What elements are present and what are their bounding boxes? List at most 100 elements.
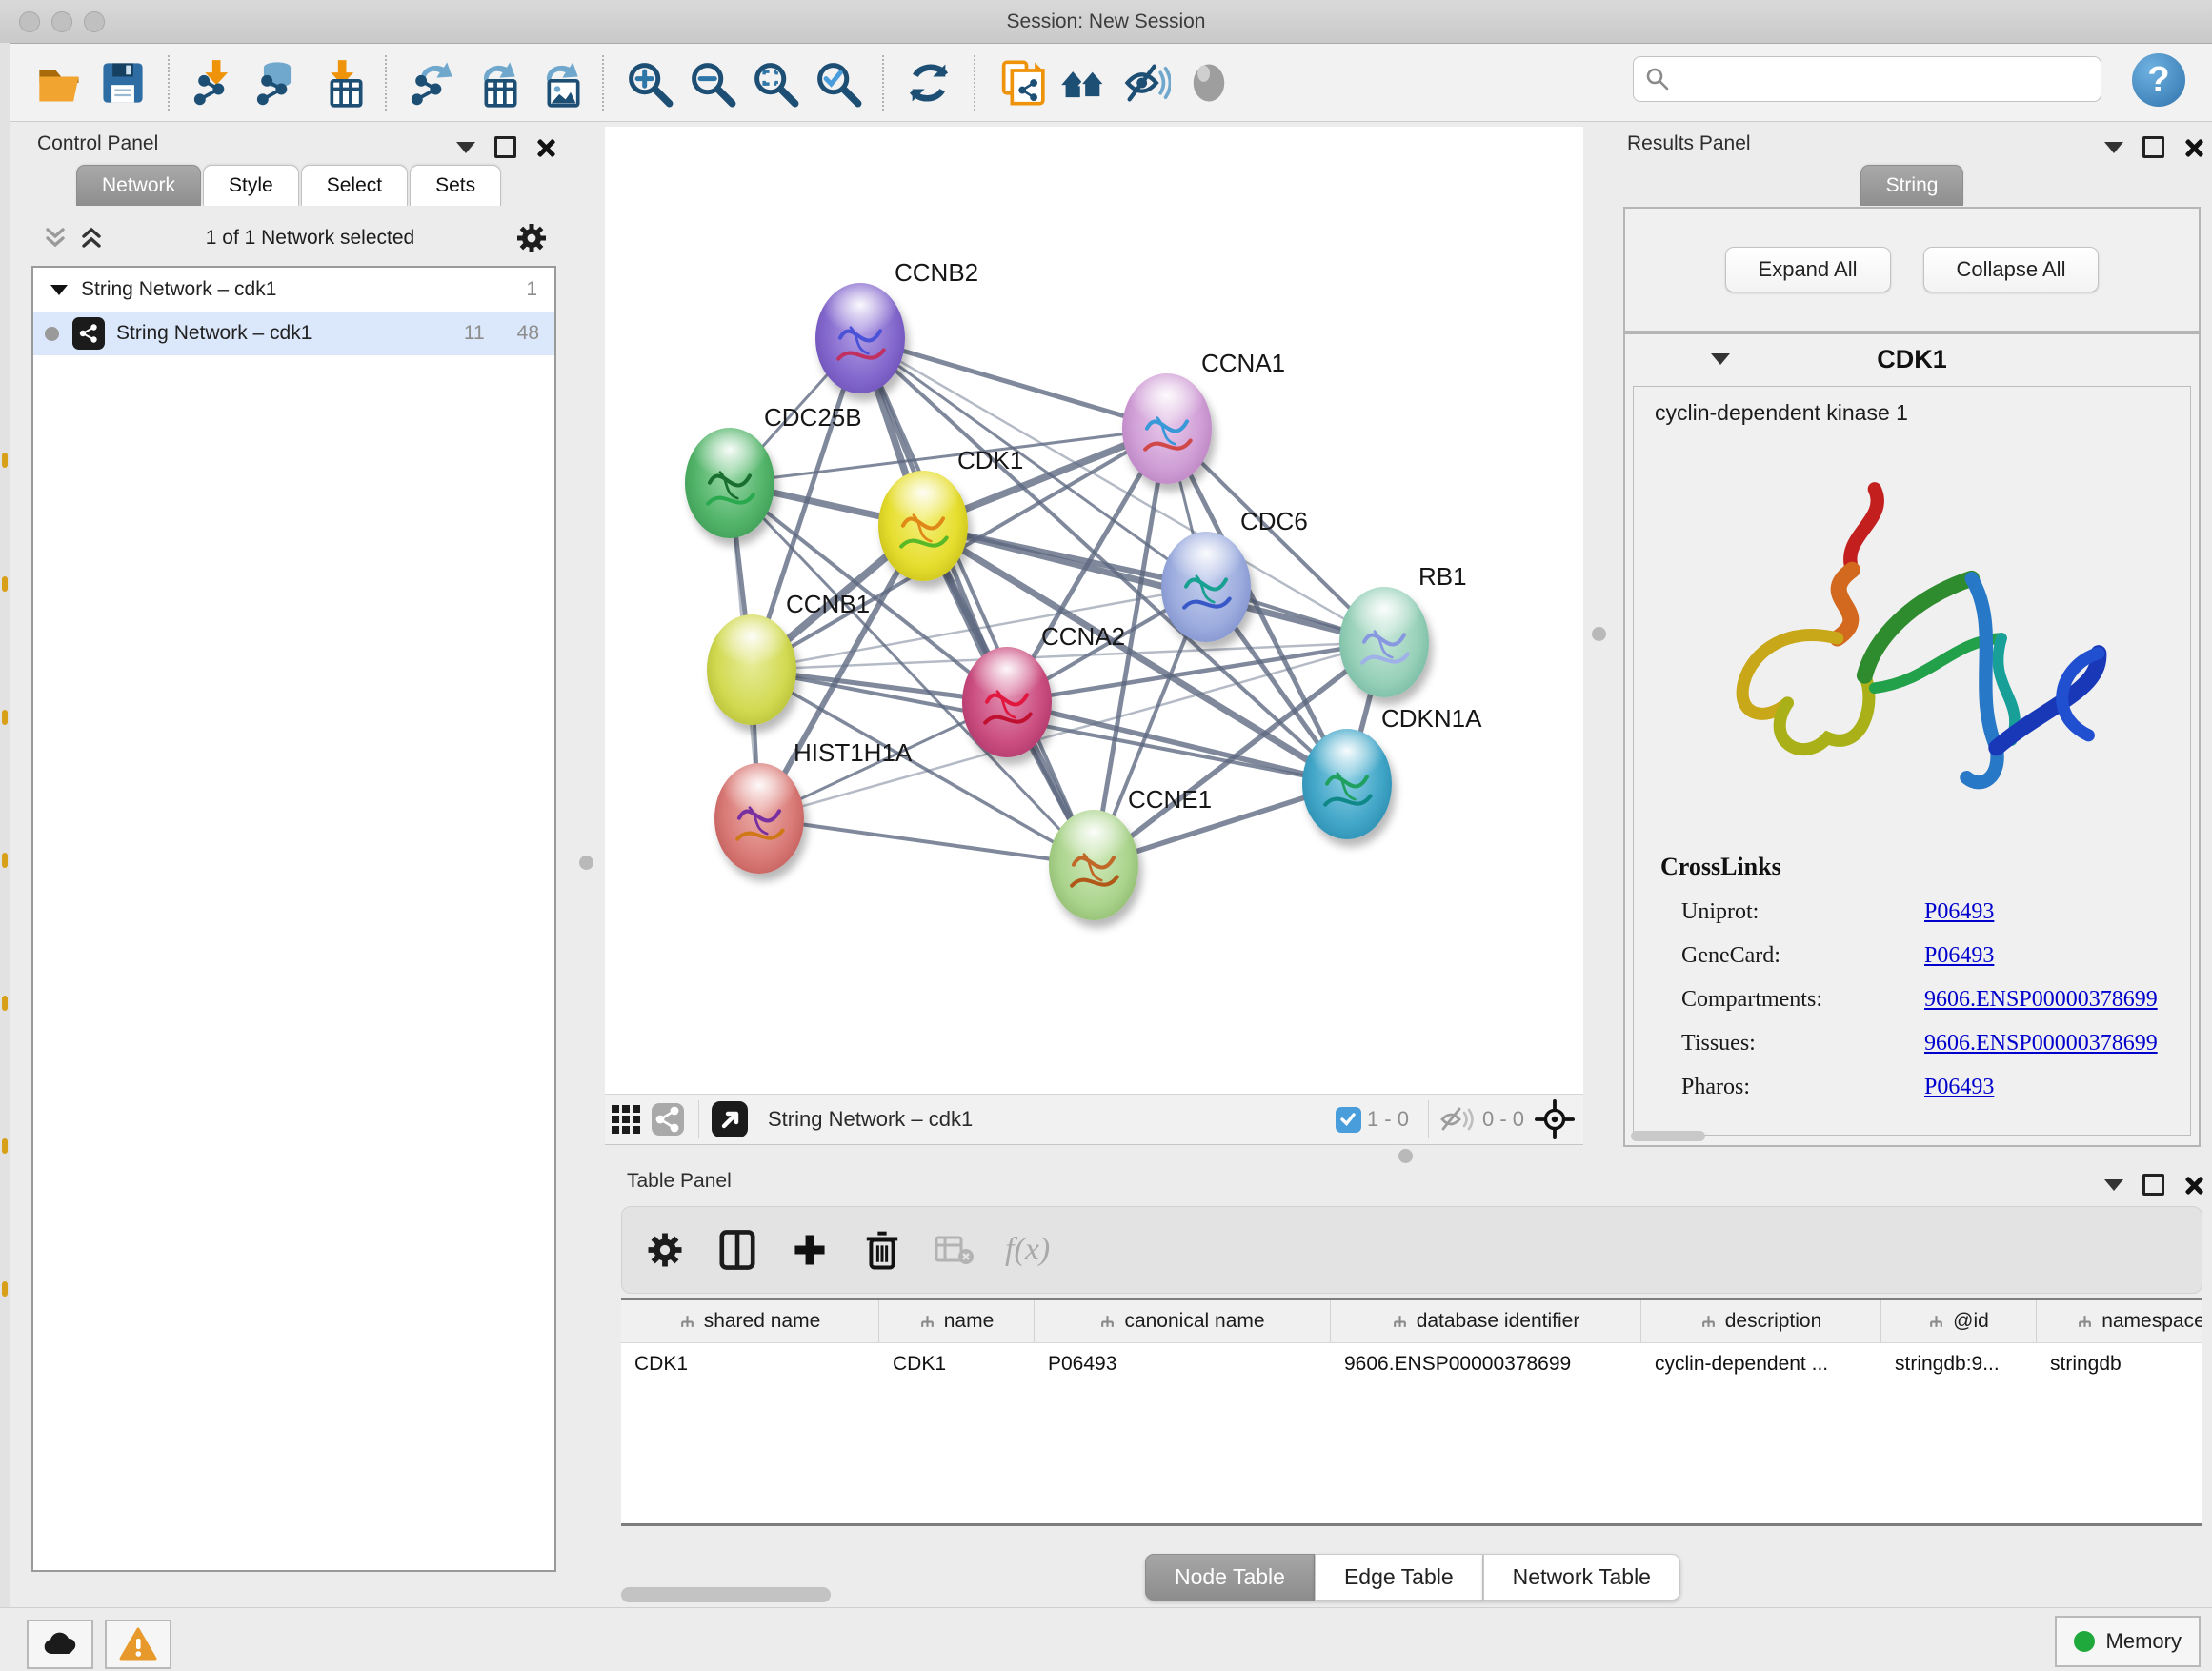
node-HIST1H1A[interactable] (714, 763, 804, 874)
column-header-label: namespace (2101, 1310, 2202, 1333)
edge-CCNB2-CCNE1[interactable] (860, 338, 1094, 865)
column-header-shared-name[interactable]: shared name (621, 1300, 879, 1342)
network-tree: String Network – cdk1 1 String Network –… (31, 266, 556, 1572)
control-panel-close-icon[interactable] (535, 138, 554, 157)
crosslink-link[interactable]: P06493 (1924, 899, 1994, 925)
edge-HIST1H1A-CCNE1[interactable] (759, 818, 1094, 865)
import-database-button[interactable] (246, 51, 309, 114)
expand-all-button[interactable]: Expand All (1725, 247, 1891, 292)
zoom-in-button[interactable] (617, 51, 680, 114)
crosslink-link[interactable]: 9606.ENSP00000378699 (1924, 1031, 2158, 1057)
node-structure-CCNA2 (976, 674, 1037, 744)
table-row[interactable]: CDK1CDK1P064939606.ENSP00000378699cyclin… (621, 1343, 2202, 1385)
column-header-namespace[interactable]: namespace (2037, 1300, 2202, 1342)
tab-network-table[interactable]: Network Table (1483, 1554, 1680, 1601)
crosslink-link[interactable]: 9606.ENSP00000378699 (1924, 987, 2158, 1013)
cloud-button[interactable] (27, 1620, 93, 1669)
results-panel-close-icon[interactable] (2183, 138, 2202, 157)
collapse-all-icon[interactable] (41, 224, 70, 252)
column-header-name[interactable]: name (879, 1300, 1035, 1342)
zoom-fit-button[interactable] (743, 51, 806, 114)
warnings-button[interactable] (105, 1620, 171, 1669)
save-button[interactable] (91, 51, 154, 114)
export-table-button[interactable] (463, 51, 526, 114)
import-network-button[interactable] (183, 51, 246, 114)
table-cell: P06493 (1035, 1343, 1331, 1385)
network-canvas[interactable]: CCNB2 CCNA1 CDC25B CDK1 (605, 127, 1583, 1094)
node-CCNB2[interactable] (815, 283, 905, 393)
search-input[interactable] (1670, 68, 2101, 91)
column-header-description[interactable]: description (1641, 1300, 1881, 1342)
zoom-out-button[interactable] (680, 51, 743, 114)
crosslink-link[interactable]: P06493 (1924, 1075, 1994, 1100)
fit-selected-button[interactable] (1534, 1100, 1576, 1138)
control-panel-menu-icon[interactable] (456, 142, 475, 153)
node-CCNA1[interactable] (1122, 373, 1212, 484)
help-button[interactable]: ? (2132, 53, 2185, 107)
network-row[interactable]: String Network – cdk1 11 48 (33, 312, 554, 355)
node-RB1[interactable] (1339, 587, 1429, 697)
edge-CCNB2-CCNA1[interactable] (860, 338, 1167, 429)
results-panel-float-icon[interactable] (2142, 136, 2164, 158)
crosslink-link[interactable]: P06493 (1924, 943, 1994, 969)
results-scrollbar[interactable] (1631, 1131, 1705, 1141)
splitter-handle-bottom[interactable] (1398, 1149, 1413, 1163)
column-header-database-identifier[interactable]: database identifier (1331, 1300, 1641, 1342)
column-type-icon (1700, 1314, 1717, 1330)
window-title: Session: New Session (0, 0, 2212, 43)
node-CCNB1[interactable] (707, 614, 796, 725)
node-CCNA2[interactable] (962, 647, 1052, 757)
table-panel-menu-icon[interactable] (2104, 1179, 2123, 1191)
network-share-view-button[interactable] (647, 1100, 689, 1138)
birdseye-view-button[interactable] (709, 1100, 751, 1138)
memory-button[interactable]: Memory (2055, 1616, 2201, 1667)
network-options-gear-icon[interactable] (514, 221, 549, 255)
string-document-button[interactable] (989, 51, 1052, 114)
column-header-@id[interactable]: @id (1881, 1300, 2037, 1342)
control-panel-float-icon[interactable] (494, 136, 516, 158)
selected-nodes-checkbox[interactable] (1336, 1107, 1361, 1133)
tab-network[interactable]: Network (76, 165, 201, 206)
tab-style[interactable]: Style (203, 165, 299, 206)
show-columns-button[interactable] (715, 1228, 759, 1272)
zoom-selected-button[interactable] (806, 51, 869, 114)
splitter-handle-left[interactable] (579, 856, 593, 870)
node-CDC6[interactable] (1161, 532, 1251, 642)
node-CCNE1[interactable] (1049, 810, 1138, 920)
open-button[interactable] (29, 51, 91, 114)
tab-string[interactable]: String (1860, 165, 1964, 206)
grid-view-button[interactable] (605, 1100, 647, 1138)
table-panel-close-icon[interactable] (2183, 1176, 2202, 1195)
expand-all-icon[interactable] (77, 224, 106, 252)
import-table-button[interactable] (309, 51, 372, 114)
export-network-button[interactable] (400, 51, 463, 114)
home-button[interactable] (1052, 51, 1115, 114)
tab-edge-table[interactable]: Edge Table (1315, 1554, 1483, 1601)
export-image-button[interactable] (526, 51, 589, 114)
create-column-button[interactable] (788, 1228, 832, 1272)
warning-icon (119, 1627, 157, 1661)
gene-header[interactable]: CDK1 (1625, 334, 2199, 384)
table-settings-button[interactable] (643, 1228, 687, 1272)
collapse-all-button[interactable]: Collapse All (1923, 247, 2100, 292)
crosslink-row: Pharos:P06493 (1660, 1075, 2190, 1100)
network-collection-row[interactable]: String Network – cdk1 1 (33, 268, 554, 312)
tab-select[interactable]: Select (301, 165, 408, 206)
hide-unhide-button[interactable] (1115, 51, 1177, 114)
node-CDK1[interactable] (878, 471, 968, 581)
column-header-canonical-name[interactable]: canonical name (1035, 1300, 1331, 1342)
node-CDKN1A[interactable] (1302, 729, 1392, 839)
search-box[interactable] (1633, 56, 2101, 102)
table-panel-float-icon[interactable] (2142, 1174, 2164, 1196)
splitter-handle-right[interactable] (1592, 627, 1606, 641)
results-panel-menu-icon[interactable] (2104, 142, 2123, 153)
tab-node-table[interactable]: Node Table (1145, 1554, 1315, 1601)
node-CDC25B[interactable] (685, 428, 774, 538)
gene-expander-icon[interactable] (1711, 353, 1730, 365)
refresh-button[interactable] (897, 51, 960, 114)
collection-expander-icon[interactable] (50, 285, 68, 295)
preview-eye-button[interactable] (1177, 51, 1240, 114)
delete-column-button[interactable] (860, 1228, 904, 1272)
tab-sets[interactable]: Sets (410, 165, 501, 206)
table-panel-title: Table Panel (627, 1170, 732, 1193)
